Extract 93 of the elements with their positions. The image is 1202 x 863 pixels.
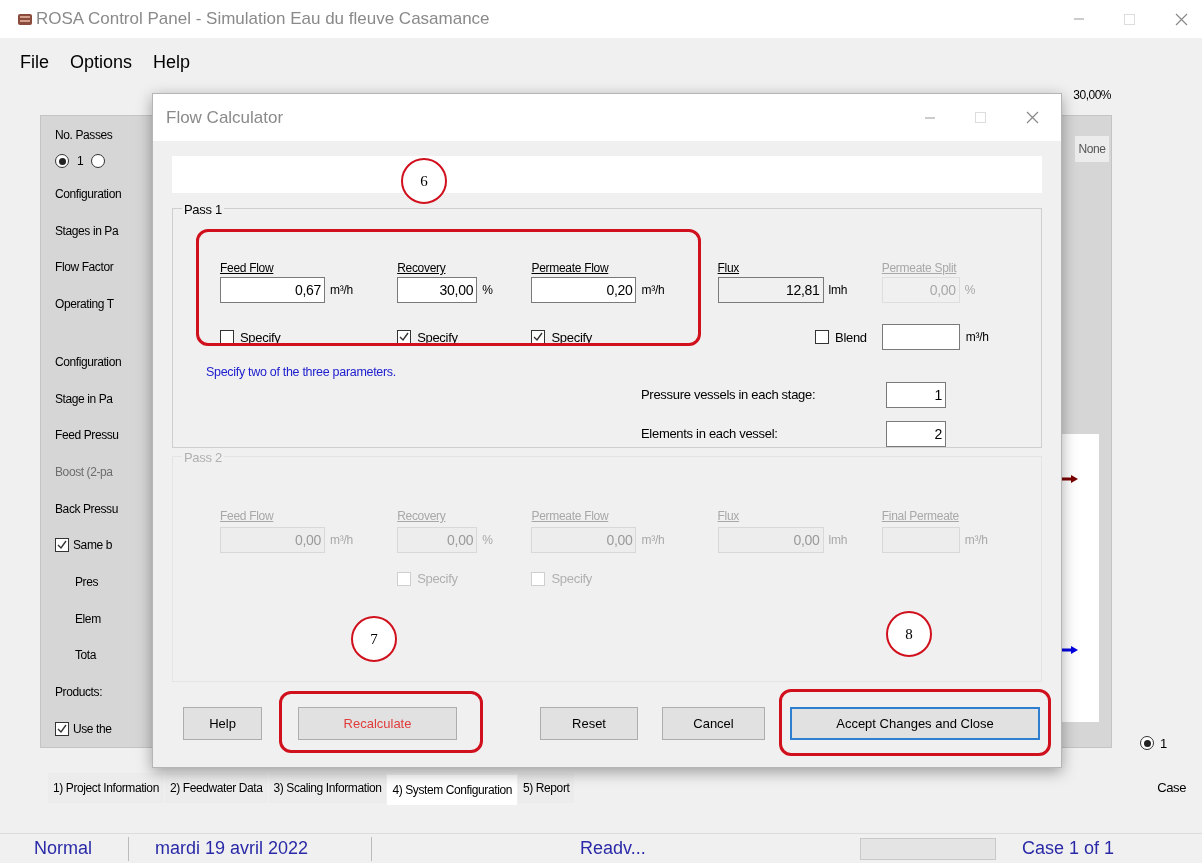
unit-label: lmh bbox=[828, 282, 847, 300]
checkbox[interactable] bbox=[815, 330, 830, 345]
none-label: None bbox=[1075, 136, 1109, 162]
unit-label: m³/h bbox=[641, 532, 665, 549]
status-text: Case 1 of 1 bbox=[1022, 837, 1115, 860]
tab[interactable]: 2) Feedwater Data bbox=[164, 772, 268, 803]
menu-item[interactable]: Help bbox=[143, 48, 201, 76]
unit-label: m³/h bbox=[965, 329, 989, 347]
field-label: Elements in each vessel: bbox=[641, 425, 779, 444]
step-number: 7 bbox=[351, 616, 397, 662]
tab[interactable]: 3) Scaling Information bbox=[268, 772, 387, 803]
checkbox-label: Specify bbox=[551, 328, 592, 347]
field-label: Feed Pressu bbox=[55, 427, 119, 445]
column-header: Permeate Split bbox=[881, 261, 957, 275]
field-label: Boost (2-pa bbox=[55, 464, 113, 482]
radio-button[interactable] bbox=[1140, 736, 1154, 751]
hint-text: Specify two of the three parameters. bbox=[206, 364, 396, 382]
field-label: Configuration bbox=[55, 354, 122, 372]
checkbox[interactable] bbox=[55, 721, 69, 736]
column-header: Flux bbox=[717, 261, 740, 275]
checkbox[interactable] bbox=[531, 330, 546, 345]
field-label: Pres bbox=[75, 574, 99, 592]
column-header: Flux bbox=[717, 509, 740, 523]
dialog-button[interactable]: Accept Changes and Close bbox=[790, 707, 1040, 740]
unit-label: m³/h bbox=[330, 532, 353, 549]
status-text: Readv... bbox=[580, 837, 647, 860]
field-label: Stages in Pa bbox=[55, 222, 119, 240]
dialog-button[interactable]: Cancel bbox=[662, 707, 765, 740]
input-field[interactable]: 0,67 bbox=[220, 277, 325, 304]
column-header: Recovery bbox=[397, 509, 446, 523]
field-label: Flow Factor bbox=[55, 259, 114, 277]
close-icon bbox=[1026, 111, 1039, 124]
input-field[interactable]: 0,20 bbox=[531, 277, 637, 304]
unit-label: % bbox=[964, 282, 976, 300]
column-header: Feed Flow bbox=[220, 261, 274, 275]
field-label: Products: bbox=[55, 683, 103, 701]
radio-label: 1 bbox=[77, 153, 84, 171]
field-label: No. Passes bbox=[55, 127, 114, 144]
radio-button[interactable] bbox=[55, 154, 69, 169]
checkbox[interactable] bbox=[55, 538, 69, 553]
column-header: Recovery bbox=[397, 261, 446, 275]
checkbox-label: Use the bbox=[73, 720, 112, 738]
tab[interactable]: 5) Report bbox=[518, 772, 575, 803]
menu-item[interactable]: File bbox=[10, 48, 59, 76]
unit-label: % bbox=[482, 532, 493, 549]
maximize-icon bbox=[1124, 13, 1135, 25]
checkbox-label: Blend bbox=[835, 328, 867, 347]
checkbox-label: Specify bbox=[417, 570, 458, 589]
dialog-button[interactable]: Reset bbox=[540, 707, 638, 740]
checkbox-label: Same b bbox=[73, 537, 112, 555]
case-label: Case bbox=[1157, 778, 1186, 797]
checkbox-label: Specify bbox=[551, 570, 592, 589]
unit-label: lmh bbox=[828, 532, 847, 549]
field-label: Configuration bbox=[55, 186, 122, 204]
column-header: Permeate Flow bbox=[531, 261, 609, 275]
window-title: ROSA Control Panel - Simulation Eau du fleuve Casamance bbox=[36, 8, 490, 31]
input-field[interactable]: 1 bbox=[886, 382, 946, 408]
field-label: Stage in Pa bbox=[55, 390, 113, 408]
checkbox[interactable] bbox=[397, 330, 412, 345]
status-text: mardi 19 avril 2022 bbox=[155, 837, 310, 860]
unit-label: m³/h bbox=[964, 532, 988, 549]
close-icon bbox=[1175, 12, 1188, 26]
status-text: Normal bbox=[34, 837, 93, 860]
readonly-field: 12,81 bbox=[717, 277, 824, 304]
radio-button[interactable] bbox=[91, 154, 106, 169]
recovery-reading: 30,00% bbox=[1073, 87, 1111, 104]
tab[interactable]: 1) Project Information bbox=[48, 772, 164, 803]
input-field[interactable] bbox=[881, 324, 960, 351]
arrow-icon bbox=[1061, 646, 1078, 654]
field-label: Operating T bbox=[55, 296, 114, 314]
unit-label: % bbox=[482, 282, 493, 300]
input-field[interactable]: 2 bbox=[886, 421, 946, 447]
maximize-icon bbox=[975, 112, 986, 123]
radio-label: 1 bbox=[1160, 734, 1168, 753]
step-number: 8 bbox=[886, 611, 932, 657]
checkbox-label: Specify bbox=[417, 328, 458, 347]
column-header: Final Permeate bbox=[881, 509, 959, 523]
tab[interactable]: 4) System Configuration bbox=[387, 774, 517, 805]
unit-label: m³/h bbox=[641, 282, 665, 300]
checkbox-label: Specify bbox=[240, 328, 281, 347]
input-field[interactable]: 30,00 bbox=[397, 277, 478, 304]
dialog-title: Flow Calculator bbox=[166, 106, 284, 129]
field-label: Tota bbox=[75, 647, 97, 665]
column-header: Feed Flow bbox=[220, 509, 274, 523]
field-label: Back Pressu bbox=[55, 500, 118, 518]
checkbox[interactable] bbox=[220, 330, 234, 345]
arrow-icon bbox=[1061, 475, 1078, 483]
unit-label: m³/h bbox=[330, 282, 353, 300]
dialog-button[interactable]: Help bbox=[183, 707, 262, 740]
column-header: Permeate Flow bbox=[531, 509, 609, 523]
menu-item[interactable]: Options bbox=[60, 48, 143, 76]
field-label: Elem bbox=[75, 610, 101, 628]
field-label: Pressure vessels in each stage: bbox=[641, 386, 817, 405]
